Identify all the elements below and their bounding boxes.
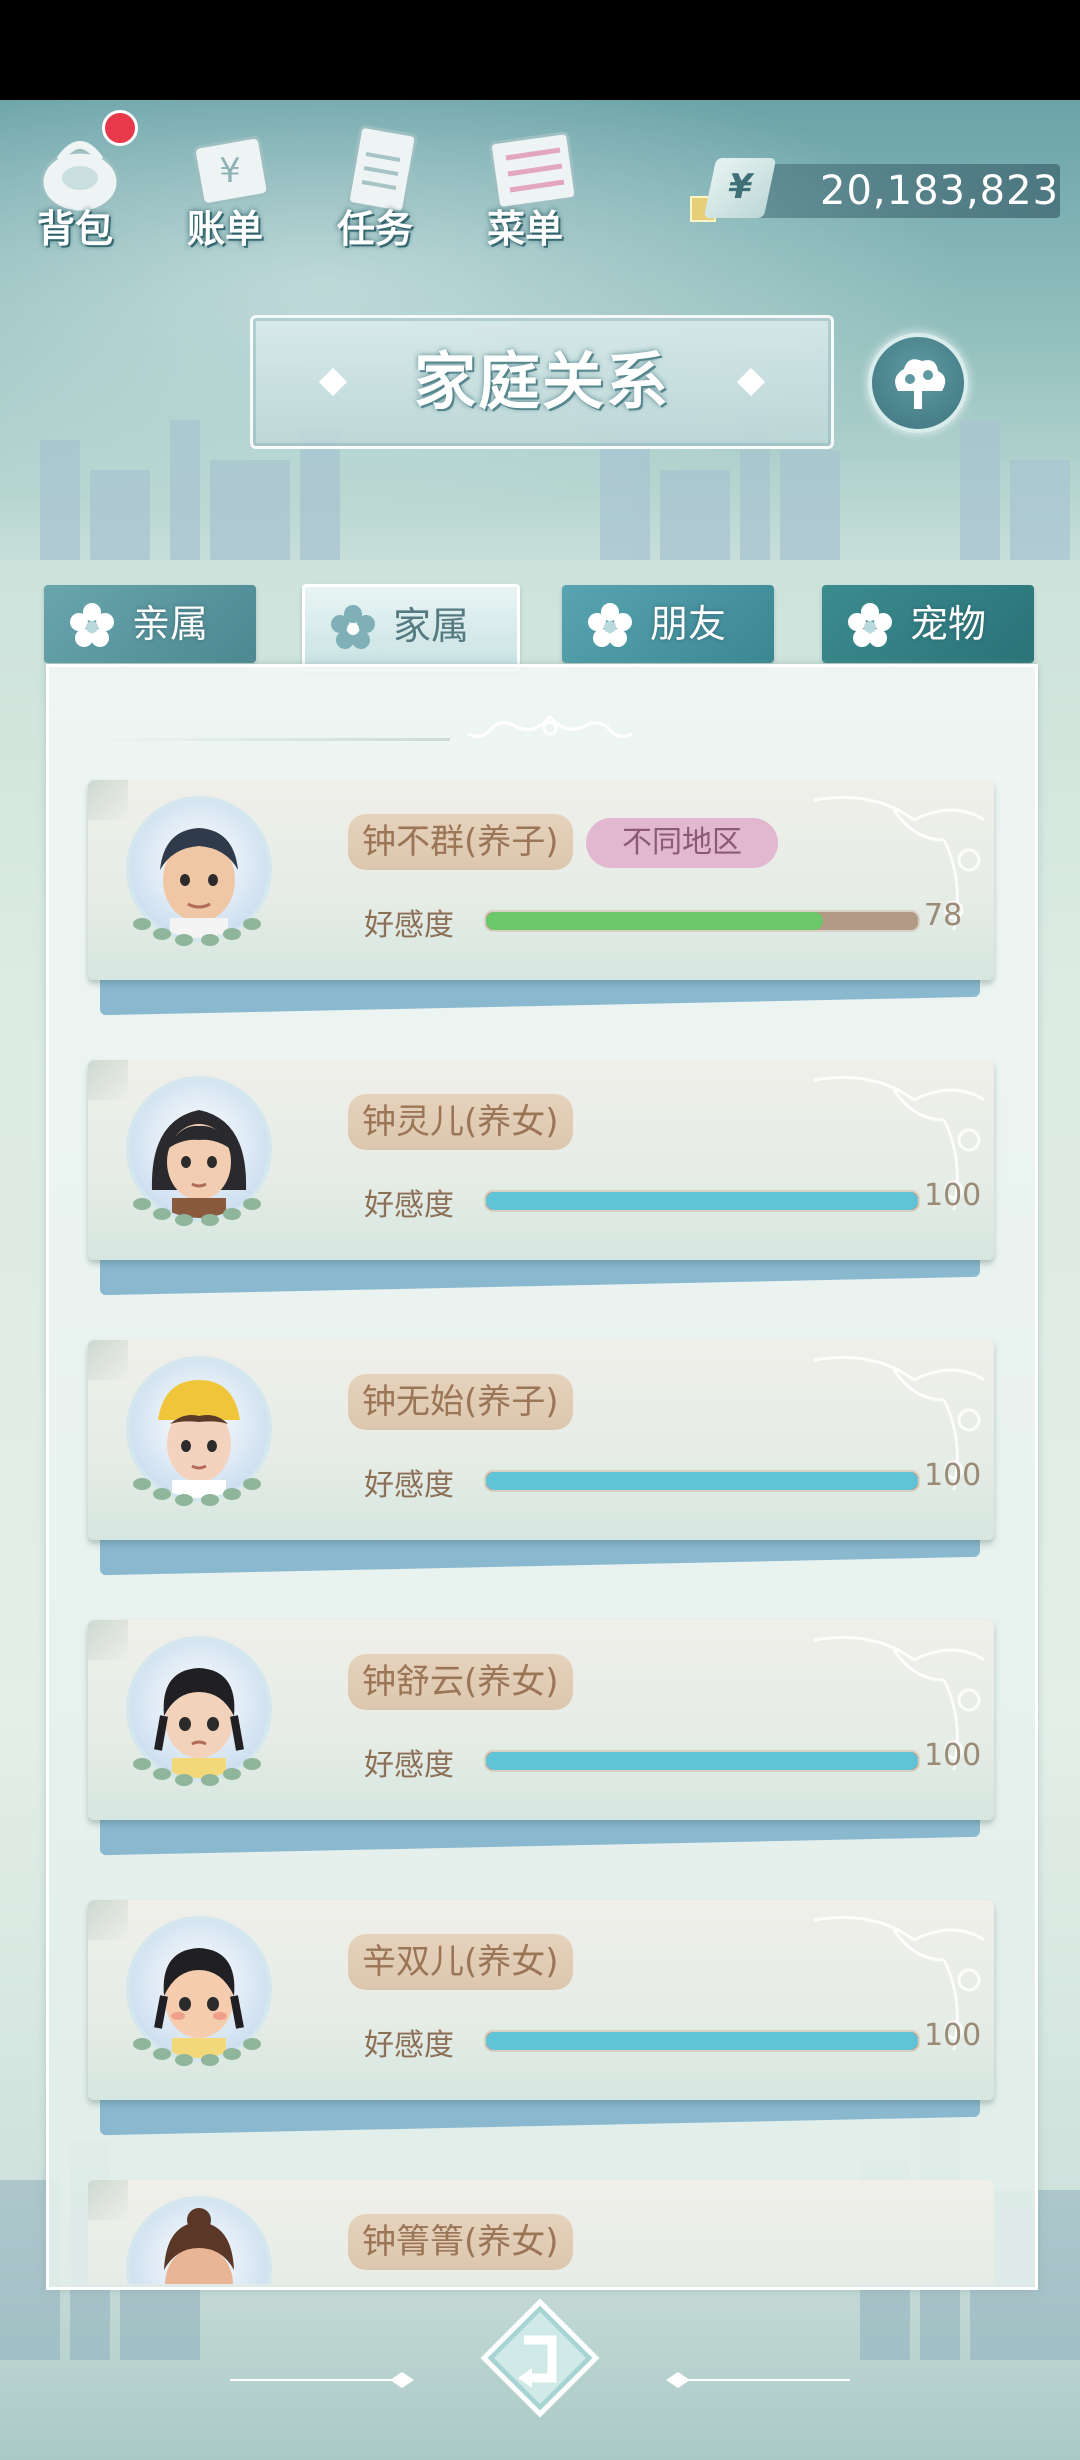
member-card[interactable]: 辛双儿(养女) 好感度 100	[88, 1900, 994, 2136]
family-tree-button[interactable]	[868, 333, 968, 433]
tab-family[interactable]: 家属	[302, 584, 520, 672]
lace-ornament	[813, 1636, 985, 1771]
page-title-box: 家庭关系	[250, 315, 834, 449]
leaf-wreath	[133, 1198, 261, 1226]
favor-label: 好感度	[364, 908, 454, 943]
favor-label: 好感度	[364, 1468, 454, 1503]
card-corner-ornament	[88, 1060, 128, 1100]
currency-display: ¥ 20,183,823	[690, 158, 1060, 224]
lace-ornament	[813, 1356, 985, 1491]
backpack-button[interactable]: 背包	[10, 110, 140, 260]
card-corner-ornament	[88, 2180, 128, 2220]
currency-amount: 20,183,823	[820, 168, 1060, 214]
member-card[interactable]: 钟无始(养子) 好感度 100	[88, 1340, 994, 1576]
card-corner-ornament	[88, 780, 128, 820]
bill-label: 账单	[186, 207, 263, 251]
notification-badge	[102, 110, 138, 146]
favor-bar	[484, 1190, 920, 1212]
favor-value: 100	[924, 1458, 982, 1493]
divider	[90, 738, 450, 741]
member-card[interactable]: 钟舒云(养女) 好感度 100	[88, 1620, 994, 1856]
favor-value: 100	[924, 2018, 982, 2053]
lace-ornament	[813, 1916, 985, 2051]
backpack-label: 背包	[36, 207, 113, 251]
flower-icon	[331, 605, 375, 649]
tab-friends-label: 朋友	[650, 602, 727, 646]
menu-button[interactable]: 菜单	[460, 110, 590, 260]
member-name: 钟不群(养子)	[348, 814, 573, 870]
flower-icon	[588, 603, 632, 647]
favor-bar	[484, 1470, 920, 1492]
member-card[interactable]: 钟灵儿(养女) 好感度 100	[88, 1060, 994, 1296]
task-button[interactable]: 任务	[310, 110, 440, 260]
leaf-wreath	[133, 1758, 261, 1786]
tab-relatives[interactable]: 亲属	[44, 585, 256, 663]
favor-value: 100	[924, 1738, 982, 1773]
back-button[interactable]	[480, 2298, 600, 2418]
card-corner-ornament	[88, 1340, 128, 1380]
favor-bar	[484, 910, 920, 932]
favor-label: 好感度	[364, 1188, 454, 1223]
leaf-wreath	[133, 2038, 261, 2066]
bottom-ornament-right	[666, 2372, 850, 2388]
menu-label: 菜单	[486, 207, 563, 251]
bill-button[interactable]: ¥ 账单	[160, 110, 290, 260]
member-card[interactable]: 钟箐箐(养女)	[88, 2180, 994, 2284]
favor-value: 78	[924, 898, 963, 933]
favor-label: 好感度	[364, 2028, 454, 2063]
favor-bar-fill	[486, 2032, 918, 2050]
tab-friends[interactable]: 朋友	[562, 585, 774, 663]
lace-ornament	[813, 796, 985, 931]
status-bar	[0, 0, 1080, 100]
favor-label: 好感度	[364, 1748, 454, 1783]
favor-bar-fill	[486, 1472, 918, 1490]
favor-bar-fill	[486, 912, 823, 930]
member-name: 钟无始(养子)	[348, 1374, 573, 1430]
flower-icon	[70, 603, 114, 647]
leaf-wreath	[133, 1478, 261, 1506]
region-tag: 不同地区	[586, 818, 778, 868]
tab-pets[interactable]: 宠物	[822, 585, 1034, 663]
favor-bar-fill	[486, 1752, 918, 1770]
flower-icon	[848, 603, 892, 647]
favor-bar	[484, 1750, 920, 1772]
tab-pets-label: 宠物	[910, 602, 987, 646]
member-name: 钟灵儿(养女)	[348, 1094, 573, 1150]
card-corner-ornament	[88, 1900, 128, 1940]
member-name: 辛双儿(养女)	[348, 1934, 573, 1990]
svg-text:¥: ¥	[219, 151, 241, 191]
card-corner-ornament	[88, 1620, 128, 1660]
member-card[interactable]: 钟不群(养子) 不同地区 好感度 78	[88, 780, 994, 1016]
lace-ornament	[813, 1076, 985, 1211]
member-name: 钟舒云(养女)	[348, 1654, 573, 1710]
favor-bar-fill	[486, 1192, 918, 1210]
leaf-wreath	[133, 918, 261, 946]
task-label: 任务	[336, 207, 413, 251]
back-arrow-icon	[480, 2298, 600, 2418]
bottom-ornament-left	[230, 2372, 414, 2388]
tab-family-label: 家属	[393, 604, 470, 648]
member-name: 钟箐箐(养女)	[348, 2214, 573, 2270]
favor-value: 100	[924, 1178, 982, 1213]
tab-relatives-label: 亲属	[132, 602, 209, 646]
yen-icon: ¥	[703, 158, 777, 218]
favor-bar	[484, 2030, 920, 2052]
scroll-ornament	[467, 715, 633, 738]
family-tree-icon	[895, 359, 946, 409]
